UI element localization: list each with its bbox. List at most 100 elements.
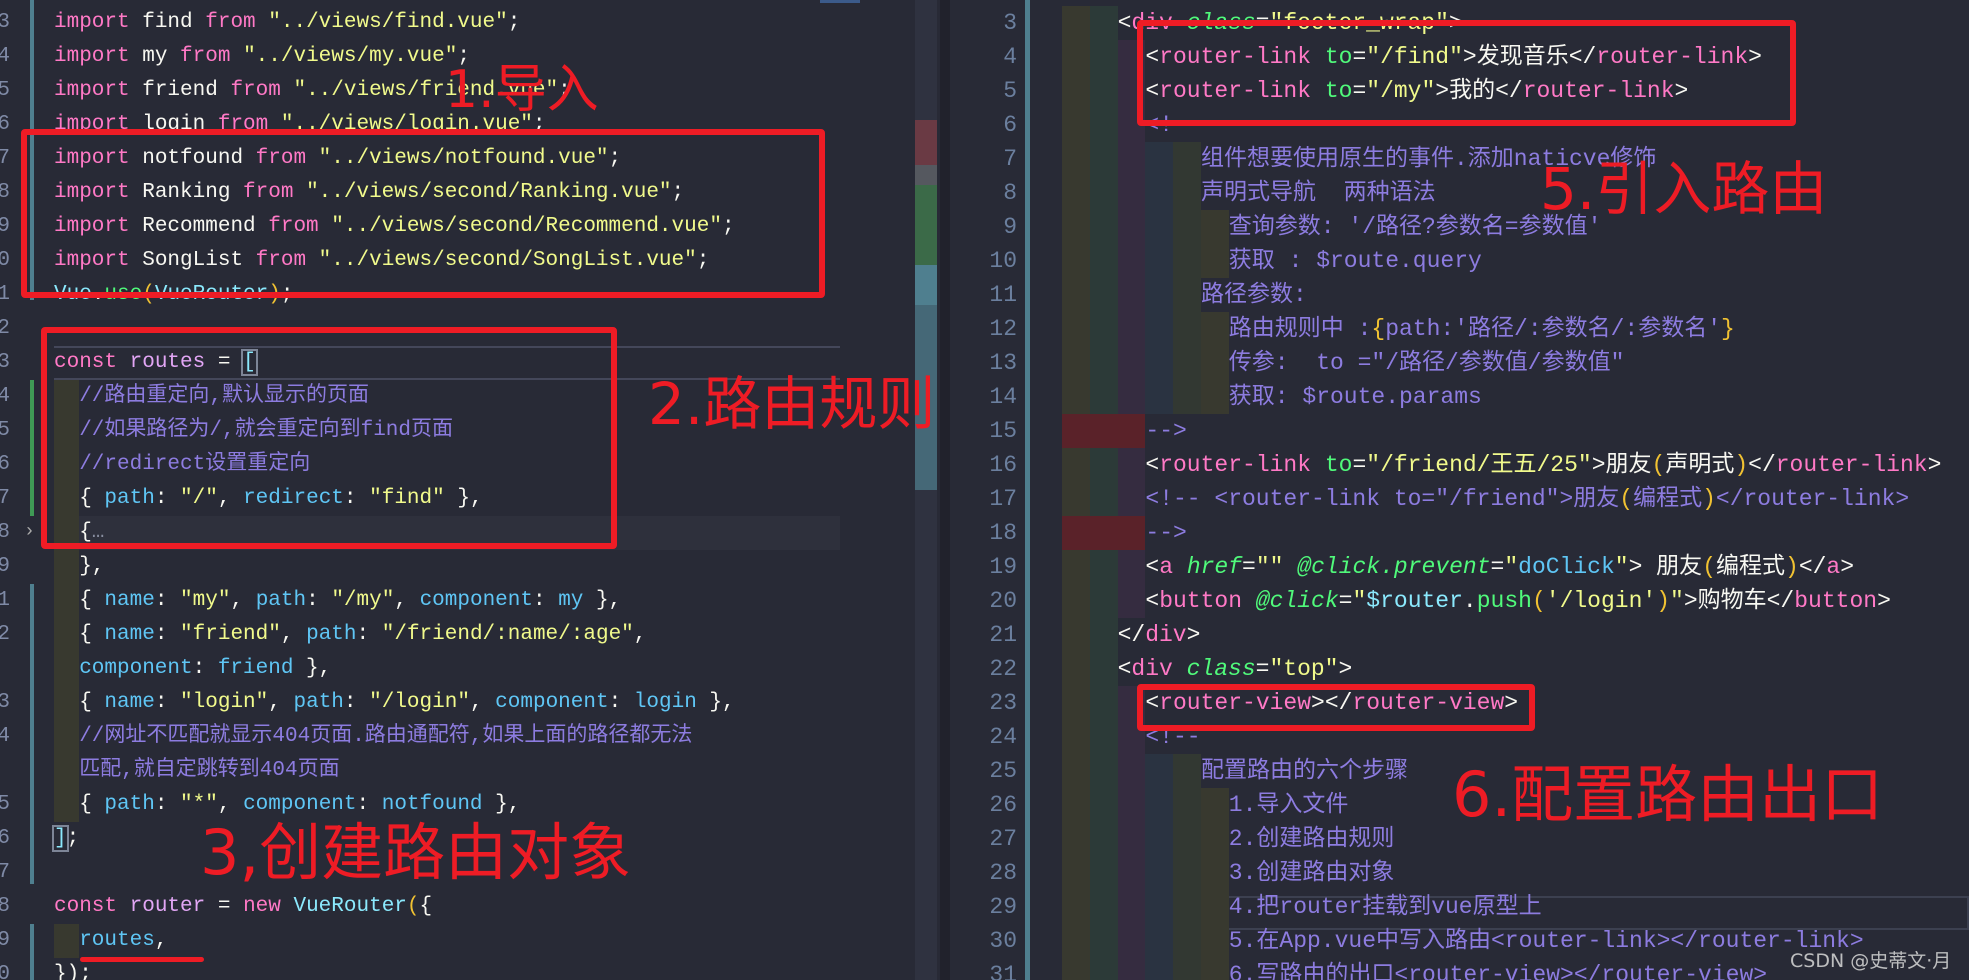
- code-token: 编程式: [1716, 554, 1785, 580]
- code-token: >: [1338, 656, 1353, 682]
- code-token: =: [205, 895, 244, 918]
- code-line[interactable]: 29 4.把router挂载到vue原型上: [950, 890, 1969, 924]
- code-token: >: [1840, 554, 1855, 580]
- line-number: 27: [989, 826, 1017, 852]
- line-number: 0: [0, 249, 10, 272]
- vertical-scrollbar[interactable]: [915, 0, 937, 980]
- line-number: 4: [0, 385, 10, 408]
- indent-guide: [1117, 516, 1146, 550]
- indent-guide: [1062, 550, 1090, 584]
- code-line[interactable]: 9},: [0, 550, 940, 584]
- code-token: {: [79, 793, 105, 816]
- code-line[interactable]: 9 routes,: [0, 924, 940, 958]
- indent-guide: [1062, 74, 1090, 108]
- code-token: button: [1159, 588, 1243, 614]
- indent-guide: [1089, 210, 1118, 244]
- indent-guide: [1062, 108, 1090, 142]
- indent-guide: [1145, 788, 1174, 822]
- code-token: ]: [52, 825, 69, 852]
- line-number: 3: [1003, 10, 1017, 36]
- indent-guide: [54, 584, 80, 618]
- code-line[interactable]: 20 <button @click="$router.push('/login')…: [950, 584, 1969, 618]
- line-number: 24: [989, 724, 1017, 750]
- code-token: >: [1927, 452, 1942, 478]
- code-text: routes,: [54, 924, 167, 958]
- code-token: ,: [633, 623, 647, 646]
- indent-guide: [1062, 142, 1090, 176]
- code-line[interactable]: 21 </div>: [950, 618, 1969, 652]
- indent-guide: [1173, 822, 1201, 856]
- line-number: 2: [0, 623, 10, 646]
- code-line[interactable]: 22 <div class="top">: [950, 652, 1969, 686]
- code-text: 2.创建路由规则: [1062, 822, 1394, 856]
- code-token: </: [1798, 554, 1827, 580]
- indent-guide: [1089, 482, 1118, 516]
- code-token: ": [1504, 554, 1519, 580]
- indent-guide: [1145, 890, 1174, 924]
- code-text: <router-link to="/friend/王五/25">朋友(声明式)<…: [1062, 448, 1941, 482]
- indent-guide: [1117, 278, 1146, 312]
- indent-guide: [1089, 788, 1118, 822]
- code-line[interactable]: 2 { name: "friend", path: "/friend/:name/…: [0, 618, 940, 652]
- code-token: import: [54, 79, 130, 102]
- code-line[interactable]: 17 <!-- <router-link to="/friend">朋友(编程式)…: [950, 482, 1969, 516]
- code-token: component: [243, 793, 357, 816]
- code-token: :: [532, 589, 559, 612]
- code-token: "friend": [180, 623, 281, 646]
- code-token: ,: [268, 691, 294, 714]
- indent-guide: [1145, 278, 1174, 312]
- code-line[interactable]: 11 路径参数:: [950, 278, 1969, 312]
- indent-guide: [1089, 584, 1118, 618]
- indent-guide: [54, 686, 80, 720]
- code-line[interactable]: 12 路由规则中 :{path:'路径/:参数名/:参数名'}: [950, 312, 1969, 346]
- code-line[interactable]: 14 获取: $route.params: [950, 380, 1969, 414]
- code-token: </router-link>: [1715, 486, 1910, 512]
- code-line[interactable]: 16 <router-link to="/friend/王五/25">朋友(声明式…: [950, 448, 1969, 482]
- code-token: ): [1785, 554, 1799, 580]
- indent-guide: [1089, 618, 1118, 652]
- line-number: 6: [0, 827, 10, 850]
- line-number: 3: [0, 691, 10, 714]
- code-token: ;: [66, 827, 80, 850]
- code-line[interactable]: 19 <a href="" @click.prevent="doClick"> 朋…: [950, 550, 1969, 584]
- code-line[interactable]: 8 const router = new VueRouter({: [0, 890, 940, 924]
- code-line[interactable]: 4 //网址不匹配就显示404页面.路由通配符,如果上面的路径都无法: [0, 720, 940, 754]
- indent-guide: [1145, 312, 1174, 346]
- code-line[interactable]: 15 -->: [950, 414, 1969, 448]
- indent-guide: [1062, 890, 1090, 924]
- minimap[interactable]: [820, 0, 910, 14]
- indent-guide: [1062, 244, 1090, 278]
- code-line[interactable]: 1 { name: "my", path: "/my", component: m…: [0, 584, 940, 618]
- code-text: <!-- <router-link to="/friend">朋友(编程式)</…: [1062, 482, 1909, 516]
- indent-guide: [1117, 550, 1146, 584]
- code-line[interactable]: 3 { name: "login", path: "/login", compon…: [0, 686, 940, 720]
- indent-guide: [1117, 176, 1146, 210]
- code-line[interactable]: component: friend },: [0, 652, 940, 686]
- code-token: name: [104, 623, 155, 646]
- indent-guide: [1062, 720, 1090, 754]
- code-line[interactable]: 10 获取 : $route.query: [950, 244, 1969, 278]
- code-line[interactable]: 28 3.创建路由对象: [950, 856, 1969, 890]
- line-number: 6: [1003, 112, 1017, 138]
- code-line[interactable]: 匹配,就自定跳转到404页面: [0, 754, 940, 788]
- indent-guide: [1062, 618, 1090, 652]
- indent-guide: [1145, 958, 1174, 980]
- line-number: 13: [989, 350, 1017, 376]
- code-token: 2.创建路由规则: [1228, 826, 1395, 852]
- code-text: -->: [1062, 516, 1187, 550]
- line-number: 8: [0, 895, 10, 918]
- scrollbar-thumb[interactable]: [915, 165, 937, 185]
- code-token: ,: [154, 929, 168, 952]
- code-token: component: [419, 589, 533, 612]
- indent-guide: [1117, 210, 1146, 244]
- code-token: =: [1352, 452, 1367, 478]
- pane-divider[interactable]: [940, 0, 950, 980]
- indent-guide: [1062, 278, 1090, 312]
- code-token: <: [1145, 554, 1160, 580]
- code-token: =: [1338, 588, 1353, 614]
- code-line[interactable]: 13 传参: to ="/路径/参数值/参数值": [950, 346, 1969, 380]
- line-number: 7: [0, 487, 10, 510]
- code-line[interactable]: 18 -->: [950, 516, 1969, 550]
- code-line[interactable]: 3 import find from "../views/find.vue";: [0, 6, 940, 40]
- code-text: 1.导入文件: [1062, 788, 1348, 822]
